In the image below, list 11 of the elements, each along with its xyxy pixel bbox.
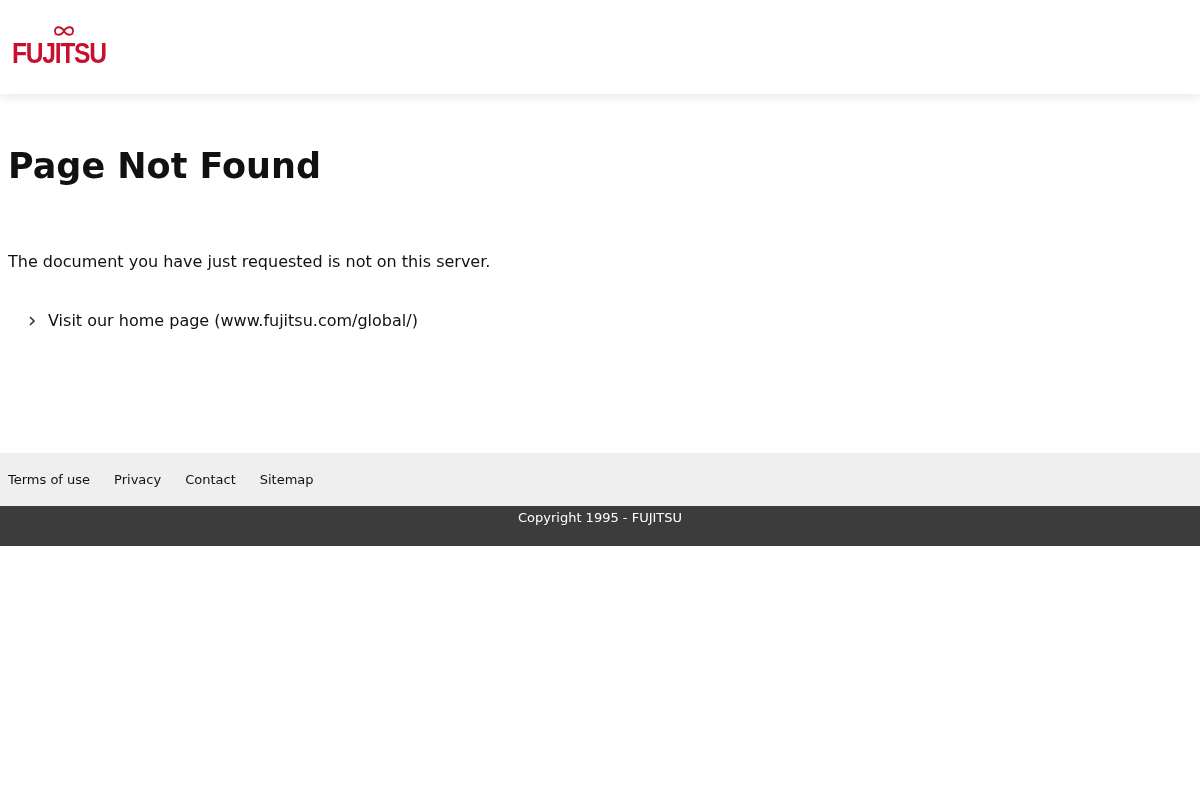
home-page-link[interactable]: Visit our home page (www.fujitsu.com/global/) (48, 311, 418, 330)
copyright-text: Copyright 1995 - FUJITSU (517, 510, 683, 527)
page-title: Page Not Found (8, 146, 322, 186)
footer-link[interactable]: Sitemap (259, 472, 314, 487)
infinity-loop-icon (53, 24, 75, 37)
footer-link[interactable]: Privacy (114, 472, 162, 487)
footer-link[interactable]: Contact (185, 472, 236, 487)
fujitsu-logo[interactable]: FUJITSU (12, 24, 123, 70)
footer-link[interactable]: Terms of use (8, 472, 91, 487)
chevron-right-icon (28, 314, 36, 327)
error-message: The document you have just requested is not on this server. (8, 252, 492, 271)
